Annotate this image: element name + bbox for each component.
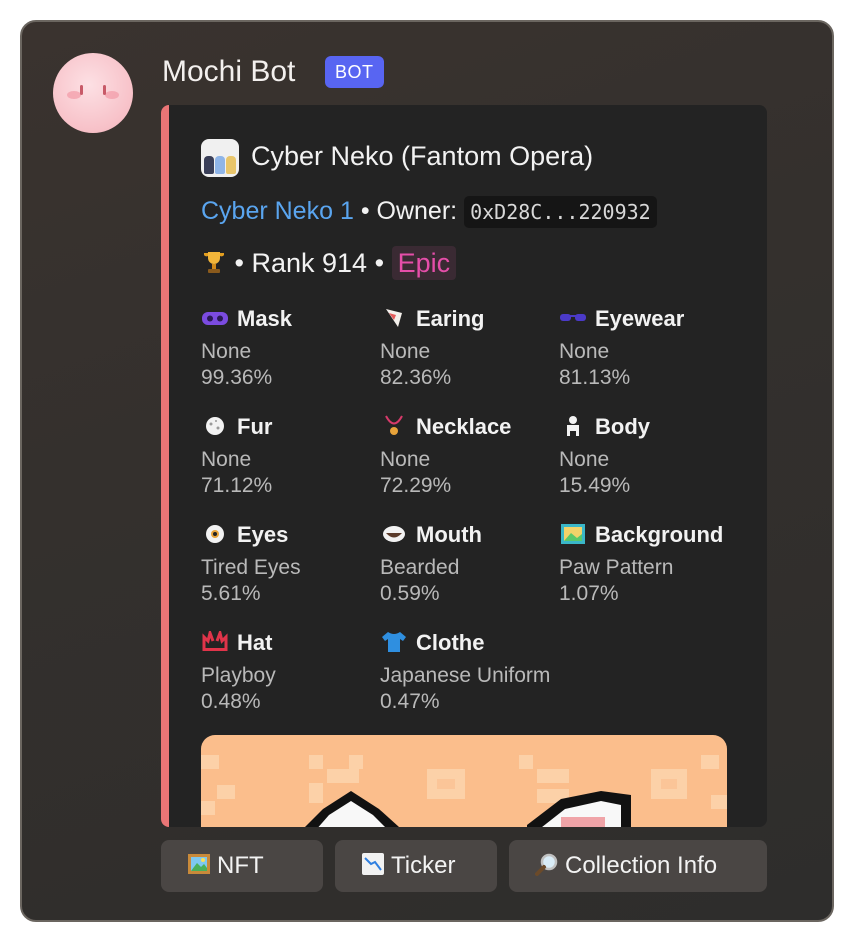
trait-name: Background <box>595 522 724 547</box>
trait-name: Necklace <box>416 414 512 439</box>
author-name[interactable]: Mochi Bot <box>162 52 295 92</box>
trait-name: Hat <box>237 630 273 655</box>
trait-mouth: Mouth Bearded 0.59% <box>380 521 555 607</box>
separator: • <box>360 197 370 225</box>
avatar-blush-right <box>105 91 119 99</box>
trait-value: None <box>201 340 252 363</box>
hat-icon <box>201 627 229 653</box>
trait-eyes: Eyes Tired Eyes 5.61% <box>201 521 376 607</box>
button-label: NFT <box>217 852 264 879</box>
owner-address: 0xD28C...220932 <box>464 196 657 228</box>
trait-percent: 99.36% <box>201 366 273 389</box>
trait-percent: 71.12% <box>201 474 273 497</box>
button-label: Collection Info <box>565 852 718 879</box>
trait-hat: Hat Playboy 0.48% <box>201 627 376 715</box>
discord-message-window: Mochi Bot BOT Cyber Neko (Fantom Opera) … <box>20 20 834 922</box>
separator: • <box>374 248 385 278</box>
trait-necklace: Necklace None 72.29% <box>380 413 555 499</box>
button-label: Ticker <box>391 852 456 879</box>
trait-clothe: Clothe Japanese Uniform 0.47% <box>380 629 620 715</box>
rank-text: Rank 914 <box>251 248 368 278</box>
collection-thumbnail-icon <box>201 139 239 177</box>
nft-embed: Cyber Neko (Fantom Opera) Cyber Neko 1 •… <box>161 105 767 827</box>
fur-icon <box>201 415 229 437</box>
trait-name: Eyewear <box>595 306 685 331</box>
trait-value: Japanese Uniform <box>380 664 551 687</box>
background-icon <box>559 523 587 545</box>
trait-percent: 0.59% <box>380 582 440 605</box>
avatar-eye-left <box>80 85 83 95</box>
trait-percent: 1.07% <box>559 582 619 605</box>
trait-value: Tired Eyes <box>201 556 301 579</box>
trait-name: Earing <box>416 306 485 331</box>
embed-title: Cyber Neko (Fantom Opera) <box>201 139 593 177</box>
nft-button[interactable]: NFT <box>161 840 323 892</box>
rarity-badge: Epic <box>391 246 457 280</box>
necklace-icon <box>380 415 408 437</box>
owner-label: Owner: <box>376 197 458 225</box>
trait-percent: 0.47% <box>380 690 440 713</box>
trophy-icon <box>201 248 235 278</box>
trait-name: Eyes <box>237 522 289 547</box>
trait-name: Clothe <box>416 630 485 655</box>
trait-percent: 82.36% <box>380 366 452 389</box>
avatar-eye-right <box>103 85 106 95</box>
rank-line: • Rank 914 • Epic <box>201 246 457 280</box>
trait-value: None <box>559 448 610 471</box>
avatar-blush-left <box>67 91 81 99</box>
trait-name: Fur <box>237 414 273 439</box>
trait-earing: Earing None 82.36% <box>380 305 555 391</box>
trait-name: Body <box>595 414 650 439</box>
trait-value: None <box>380 340 431 363</box>
trait-value: None <box>380 448 431 471</box>
trait-value: None <box>201 448 252 471</box>
trait-value: Bearded <box>380 556 460 579</box>
clothe-icon <box>380 631 408 653</box>
mouth-icon <box>380 523 408 545</box>
trait-percent: 81.13% <box>559 366 631 389</box>
bot-avatar[interactable] <box>53 53 133 133</box>
trait-percent: 72.29% <box>380 474 452 497</box>
trait-name: Mouth <box>416 522 482 547</box>
eyewear-icon <box>559 307 587 329</box>
framed-picture-icon <box>187 843 211 895</box>
trait-name: Mask <box>237 306 293 331</box>
nft-image[interactable] <box>201 735 727 827</box>
trait-percent: 5.61% <box>201 582 261 605</box>
body-icon <box>559 415 587 437</box>
earing-icon <box>380 307 408 329</box>
trait-percent: 15.49% <box>559 474 631 497</box>
trait-mask: Mask None 99.36% <box>201 305 376 391</box>
embed-title-text: Cyber Neko (Fantom Opera) <box>251 141 594 172</box>
magnifying-glass-icon <box>535 843 559 895</box>
mask-icon <box>201 307 229 329</box>
chart-decreasing-icon <box>361 843 385 895</box>
trait-eyewear: Eyewear None 81.13% <box>559 305 734 391</box>
bot-badge: BOT <box>325 56 384 88</box>
embed-accent-bar <box>161 105 169 827</box>
separator: • <box>234 248 244 278</box>
trait-value: None <box>559 340 610 363</box>
trait-value: Paw Pattern <box>559 556 674 579</box>
trait-body: Body None 15.49% <box>559 413 734 499</box>
trait-background: Background Paw Pattern 1.07% <box>559 521 734 607</box>
trait-percent: 0.48% <box>201 690 261 713</box>
trait-value: Playboy <box>201 664 276 687</box>
trait-fur: Fur None 71.12% <box>201 413 376 499</box>
ticker-button[interactable]: Ticker <box>335 840 497 892</box>
eyes-icon <box>201 523 229 545</box>
token-link[interactable]: Cyber Neko 1 <box>201 197 354 225</box>
owner-line: Cyber Neko 1 • Owner: 0xD28C...220932 <box>201 196 657 228</box>
collection-info-button[interactable]: Collection Info <box>509 840 767 892</box>
